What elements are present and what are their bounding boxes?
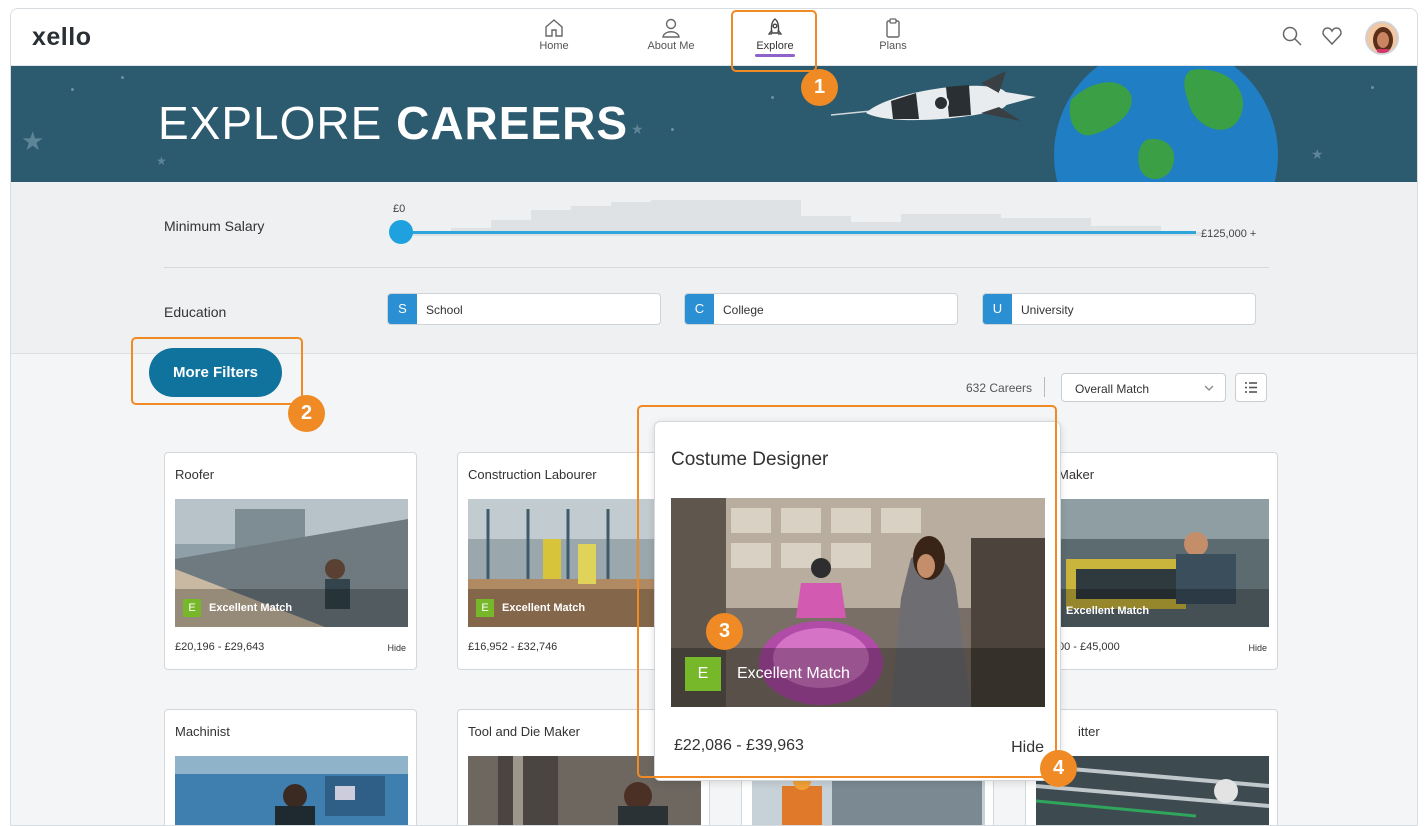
career-title: Costume Designer	[671, 449, 829, 470]
callout-3: 3	[706, 613, 743, 650]
salary-range: £22,086 - £39,963	[674, 737, 804, 754]
career-title: Roofer	[175, 467, 215, 482]
avatar[interactable]	[1365, 21, 1399, 55]
salary-range: 00 - £45,000	[1058, 641, 1120, 653]
salary-range: £16,952 - £32,746	[468, 641, 558, 653]
nav-explore-label: Explore	[756, 40, 794, 52]
education-university-filter[interactable]: U University	[982, 293, 1256, 325]
school-badge: S	[388, 294, 417, 324]
salary-min-label: £0	[393, 203, 406, 215]
sort-select[interactable]: Overall Match	[1061, 373, 1226, 402]
star-decoration: ★	[631, 121, 644, 137]
xello-logo[interactable]: xello	[32, 23, 91, 52]
active-tab-indicator	[755, 54, 795, 57]
college-badge: C	[685, 294, 714, 324]
divider	[1044, 377, 1045, 397]
star-decoration: ★	[156, 154, 167, 168]
clipboard-icon	[886, 18, 900, 38]
college-label: College	[723, 303, 764, 317]
nav-about-me-label: About Me	[647, 40, 695, 52]
career-title: Tool and Die Maker	[468, 724, 580, 739]
career-card-machinist[interactable]: Machinist	[164, 709, 417, 825]
page-title: EXPLORE CAREERS	[158, 97, 629, 149]
top-nav: xello Home About Me Explore Plans	[11, 9, 1417, 66]
list-view-button[interactable]	[1235, 373, 1267, 402]
career-card-roofer[interactable]: Roofer E Excellent Match £20,196 - £29,64…	[164, 452, 417, 670]
hide-button[interactable]: Hide	[1248, 643, 1267, 653]
university-badge: U	[983, 294, 1012, 324]
nav-home[interactable]: Home	[518, 17, 590, 52]
career-card-costume-designer[interactable]: Costume Designer E Excellent Match £22,08…	[654, 421, 1061, 781]
match-badge: E Excellent Match	[183, 599, 292, 617]
nav-explore[interactable]: Explore	[739, 17, 811, 57]
filters-panel: Minimum Salary £0 £125,000 + Education S…	[11, 182, 1417, 354]
university-label: University	[1021, 303, 1074, 317]
career-image: E Excellent Match	[671, 498, 1045, 707]
career-image	[175, 756, 408, 825]
home-icon	[545, 19, 563, 37]
education-label: Education	[164, 304, 227, 320]
career-image: E Excellent Match	[175, 499, 408, 627]
star-decoration: ★	[1311, 146, 1324, 162]
salary-slider-handle[interactable]	[389, 220, 413, 244]
rocket-icon	[767, 18, 783, 35]
star-dot	[71, 88, 74, 91]
callout-2: 2	[288, 395, 325, 432]
star-dot	[671, 128, 674, 131]
nav-home-label: Home	[539, 40, 569, 52]
more-filters-button[interactable]: More Filters	[149, 348, 282, 397]
search-icon[interactable]	[1281, 25, 1303, 47]
chevron-down-icon	[1204, 385, 1214, 391]
salary-histogram	[411, 200, 1201, 236]
explore-banner: ★ ★ ★ ★ EXPLORE CAREERS	[11, 66, 1417, 182]
education-college-filter[interactable]: C College	[684, 293, 958, 325]
avatar-image	[1367, 23, 1397, 53]
star-dot	[1371, 86, 1374, 89]
nav-plans-label: Plans	[879, 40, 907, 52]
callout-4: 4	[1040, 750, 1077, 787]
heart-icon[interactable]	[1321, 25, 1343, 47]
match-badge: E Excellent Match	[685, 657, 850, 691]
minimum-salary-label: Minimum Salary	[164, 218, 265, 234]
earth-illustration	[1054, 66, 1278, 182]
career-card-maker[interactable]: Maker Excellent Match 00 - £45,000 Hide	[1025, 452, 1278, 670]
match-badge: E Excellent Match	[476, 599, 585, 617]
user-icon	[662, 18, 680, 38]
rocket-illustration	[831, 71, 1036, 121]
list-icon	[1245, 382, 1257, 393]
career-title: Machinist	[175, 724, 230, 739]
nav-plans[interactable]: Plans	[857, 17, 929, 52]
salary-max-label: £125,000 +	[1201, 228, 1257, 240]
career-title: Maker	[1058, 467, 1095, 482]
star-dot	[771, 96, 774, 99]
callout-1: 1	[801, 69, 838, 106]
salary-slider-track[interactable]	[401, 231, 1196, 234]
career-title: Construction Labourer	[468, 467, 597, 482]
nav-about-me[interactable]: About Me	[635, 17, 707, 52]
hide-button[interactable]: Hide	[1011, 739, 1044, 757]
career-count: 632 Careers	[966, 381, 1033, 395]
education-school-filter[interactable]: S School	[387, 293, 661, 325]
star-dot	[121, 76, 124, 79]
filter-divider	[164, 267, 1269, 268]
star-decoration: ★	[21, 126, 45, 156]
salary-range: £20,196 - £29,643	[175, 641, 265, 653]
app-window: xello Home About Me Explore Plans ★ ★ ★ …	[10, 8, 1418, 826]
hide-button[interactable]: Hide	[387, 643, 406, 653]
career-image: Excellent Match	[1036, 499, 1269, 627]
career-title: itter	[1078, 724, 1100, 739]
match-badge: Excellent Match	[1066, 605, 1150, 617]
sort-select-value: Overall Match	[1075, 382, 1150, 396]
school-label: School	[426, 303, 463, 317]
